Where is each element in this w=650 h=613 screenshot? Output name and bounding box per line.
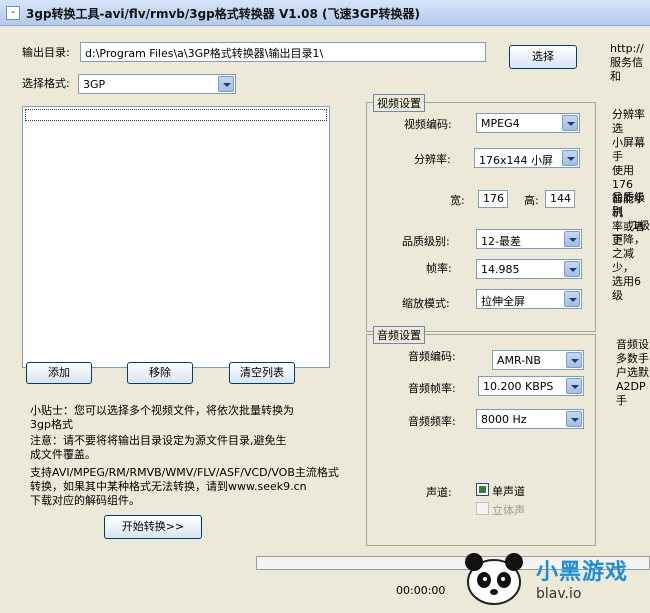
add-button[interactable]: 添加: [26, 362, 92, 384]
quality-label: 品质级别:: [402, 235, 450, 248]
tip-line: 转换，如果其中某种格式无法转换，请到www.seek9.cn: [30, 480, 307, 493]
note-quality: 品质级别 1级 下降， 之减少， 选用6级: [612, 191, 650, 303]
chevron-down-icon[interactable]: [562, 115, 578, 131]
note-line: 小屏幕手: [612, 136, 645, 163]
note-line: A2DP手: [616, 380, 646, 407]
chevron-down-icon[interactable]: [566, 411, 582, 427]
note-audio: 音频设 多数手 户选默 A2DP手: [616, 338, 650, 408]
tip-line: 3gp格式: [30, 418, 73, 431]
note-line: 下降，: [612, 233, 645, 246]
start-convert-button[interactable]: 开始转换>>: [104, 515, 202, 539]
note-line: http://: [610, 42, 644, 55]
list-item[interactable]: [25, 109, 327, 121]
height-field[interactable]: 144: [545, 190, 575, 208]
tip-batch: 小贴士：您可以选择多个视频文件，将依次批量转换为 3gp格式: [30, 404, 294, 432]
audio-frequency-value: 8000 Hz: [481, 413, 527, 426]
window-title: 3gp转换工具-avi/flv/rmvb/3gp格式转换器 V1.08 (飞速3…: [26, 7, 420, 21]
remove-button[interactable]: 移除: [127, 362, 193, 384]
chevron-down-icon[interactable]: [218, 76, 234, 92]
watermark-logo: 小黑游戏: [536, 560, 629, 585]
chevron-down-icon[interactable]: [566, 378, 582, 394]
format-label: 选择格式:: [22, 77, 70, 90]
note-service: http:// 服务信和: [610, 42, 650, 84]
mono-radio[interactable]: [476, 483, 489, 496]
audio-bitrate-select[interactable]: 10.200 KBPS: [478, 376, 584, 396]
width-field[interactable]: 176: [478, 190, 508, 208]
channel-label: 声道:: [426, 486, 452, 499]
stereo-radio[interactable]: [476, 502, 489, 515]
audio-settings-title: 音频设置: [373, 326, 425, 344]
chevron-down-icon[interactable]: [564, 261, 580, 277]
quality-select[interactable]: 12-最差: [476, 229, 582, 249]
chevron-down-icon[interactable]: [564, 291, 580, 307]
main-panel: 输出目录: d:\Program Files\a\3GP格式转换器\输出目录1\…: [0, 26, 650, 613]
video-codec-select[interactable]: MPEG4: [476, 113, 580, 133]
audio-bitrate-value: 10.200 KBPS: [483, 380, 554, 393]
title-bar: - 3gp转换工具-avi/flv/rmvb/3gp格式转换器 V1.08 (飞…: [0, 0, 650, 26]
resolution-label: 分辨率:: [414, 153, 451, 166]
note-line: 音频设: [616, 338, 649, 351]
note-line: 之减少，: [612, 247, 634, 274]
audio-codec-value: AMR-NB: [497, 354, 541, 367]
output-dir-field[interactable]: d:\Program Files\a\3GP格式转换器\输出目录1\: [80, 42, 486, 62]
audio-frequency-label: 音频频率:: [408, 415, 456, 428]
note-line: 使用176: [612, 164, 634, 191]
framerate-value: 14.985: [481, 263, 520, 276]
video-settings-title: 视频设置: [373, 94, 425, 112]
format-select[interactable]: 3GP: [78, 74, 236, 94]
tip-line: 成文件覆盖。: [30, 448, 96, 461]
elapsed-time: 00:00:00: [396, 584, 446, 597]
format-value: 3GP: [83, 78, 106, 91]
scale-mode-label: 缩放模式:: [402, 297, 450, 310]
tip-line: 支持AVI/MPEG/RM/RMVB/WMV/FLV/ASF/VCD/VOB主流…: [30, 466, 339, 479]
resolution-value: 176x144 小屏: [479, 154, 553, 167]
tip-warning: 注意：请不要将将输出目录设定为源文件目录,避免生 成文件覆盖。: [30, 434, 287, 462]
output-dir-label: 输出目录:: [22, 46, 70, 59]
note-line: 品质级别: [612, 191, 645, 218]
height-label: 高:: [524, 194, 539, 207]
note-line: 1级: [632, 219, 650, 232]
tip-line: 下载对应的解码组件。: [30, 494, 140, 507]
chevron-down-icon[interactable]: [566, 352, 582, 368]
note-line: 服务信和: [610, 56, 643, 83]
note-line: 户选默: [616, 366, 649, 379]
framerate-select[interactable]: 14.985: [476, 259, 582, 279]
site-text: blav.io: [536, 586, 582, 602]
chevron-down-icon[interactable]: [562, 150, 578, 166]
stereo-label: 立体声: [492, 504, 525, 517]
width-label: 宽:: [450, 194, 465, 207]
scale-mode-select[interactable]: 拉伸全屏: [476, 289, 582, 309]
video-codec-value: MPEG4: [481, 117, 520, 130]
audio-codec-select[interactable]: AMR-NB: [492, 350, 584, 370]
mono-label: 单声道: [492, 485, 525, 498]
audio-codec-label: 音频编码:: [408, 350, 456, 363]
chevron-down-icon[interactable]: [564, 231, 580, 247]
tip-formats: 支持AVI/MPEG/RM/RMVB/WMV/FLV/ASF/VCD/VOB主流…: [30, 466, 339, 508]
clear-list-button[interactable]: 清空列表: [229, 362, 295, 384]
tip-line: 小贴士：您可以选择多个视频文件，将依次批量转换为: [30, 404, 294, 417]
note-line: 分辨率选: [612, 108, 645, 135]
audio-bitrate-label: 音频帧率:: [408, 382, 456, 395]
system-menu-icon[interactable]: -: [6, 6, 20, 20]
file-list[interactable]: [22, 106, 330, 368]
quality-value: 12-最差: [481, 235, 521, 248]
tip-line: 注意：请不要将将输出目录设定为源文件目录,避免生: [30, 434, 287, 447]
video-codec-label: 视频编码:: [404, 118, 452, 131]
choose-dir-button[interactable]: 选择: [509, 45, 577, 69]
scale-mode-value: 拉伸全屏: [481, 295, 525, 308]
note-line: 多数手: [616, 352, 649, 365]
audio-frequency-select[interactable]: 8000 Hz: [476, 409, 584, 429]
note-line: 选用6级: [612, 275, 641, 302]
panda-logo-icon: [465, 553, 523, 605]
framerate-label: 帧率:: [426, 262, 452, 275]
resolution-select[interactable]: 176x144 小屏: [474, 148, 580, 168]
